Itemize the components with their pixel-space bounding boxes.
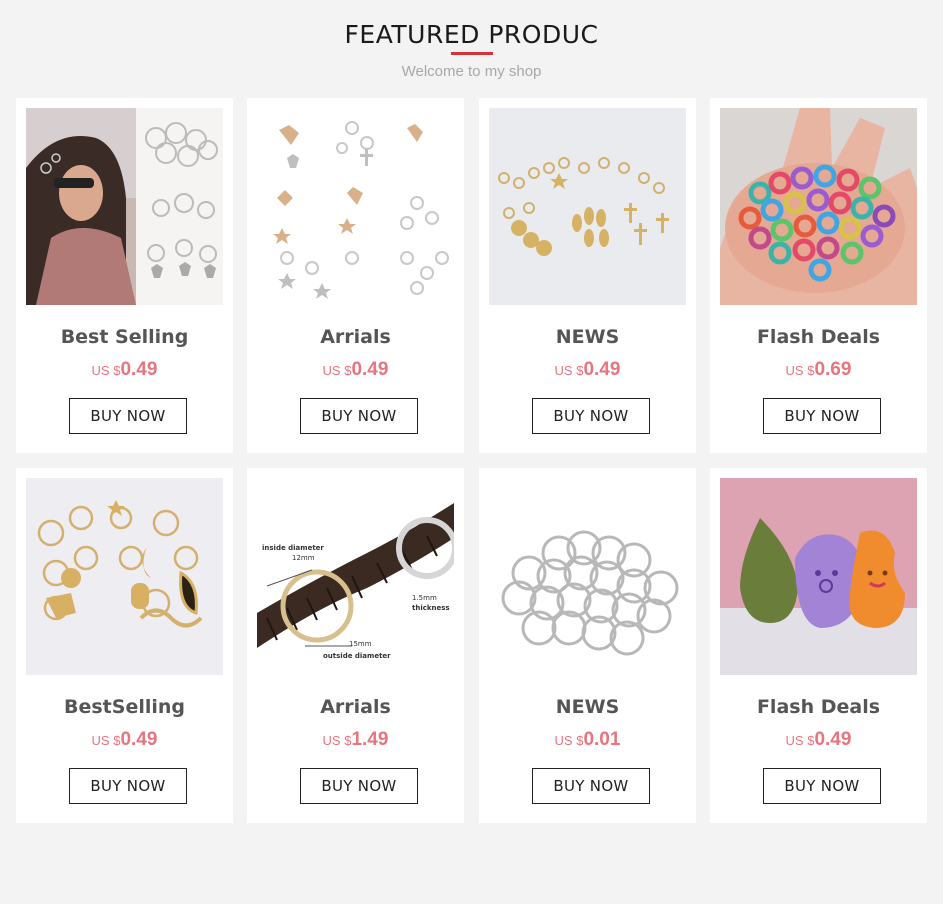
- image-label-outside-diameter: outside diameter: [323, 652, 391, 660]
- product-card[interactable]: BestSelling US $0.49 BUY NOW: [16, 468, 233, 823]
- price-amount: 0.49: [583, 359, 621, 380]
- product-card[interactable]: NEWS US $0.01 BUY NOW: [479, 468, 696, 823]
- product-card[interactable]: inside diameter 12mm 1.5mm thickness 15m…: [247, 468, 464, 823]
- image-label-15mm: 15mm: [349, 640, 372, 648]
- price-amount: 0.49: [120, 359, 158, 380]
- buy-now-button[interactable]: BUY NOW: [532, 398, 650, 434]
- price-currency: US $: [322, 363, 352, 378]
- buy-now-button[interactable]: BUY NOW: [300, 398, 418, 434]
- price-currency: US $: [322, 733, 352, 748]
- price-amount: 0.49: [120, 729, 158, 750]
- product-image[interactable]: [26, 108, 223, 305]
- product-image[interactable]: [720, 478, 917, 675]
- page-subtitle: Welcome to my shop: [401, 63, 542, 80]
- product-image[interactable]: inside diameter 12mm 1.5mm thickness 15m…: [257, 478, 454, 675]
- buy-now-button[interactable]: BUY NOW: [300, 768, 418, 804]
- buy-now-button[interactable]: BUY NOW: [69, 768, 187, 804]
- price-currency: US $: [91, 363, 121, 378]
- product-name[interactable]: BestSelling: [16, 696, 233, 718]
- price-currency: US $: [785, 733, 815, 748]
- product-card[interactable]: Flash Deals US $0.69 BUY NOW: [710, 98, 927, 453]
- title-underline: [451, 52, 493, 55]
- product-name[interactable]: Arrials: [247, 326, 464, 348]
- product-image[interactable]: [257, 108, 454, 305]
- product-image[interactable]: [489, 108, 686, 305]
- product-price: US $0.69: [710, 359, 927, 381]
- product-image[interactable]: [489, 478, 686, 675]
- price-amount: 0.69: [814, 359, 852, 380]
- buy-now-button[interactable]: BUY NOW: [69, 398, 187, 434]
- product-name[interactable]: NEWS: [479, 696, 696, 718]
- product-name[interactable]: Arrials: [247, 696, 464, 718]
- product-price: US $0.49: [16, 729, 233, 751]
- product-price: US $0.49: [247, 359, 464, 381]
- product-price: US $1.49: [247, 729, 464, 751]
- price-currency: US $: [554, 733, 584, 748]
- page-title: FEATURED PRODUC: [344, 20, 599, 49]
- image-label-1-5mm: 1.5mm: [412, 594, 437, 602]
- product-image[interactable]: [720, 108, 917, 305]
- product-name[interactable]: Flash Deals: [710, 326, 927, 348]
- product-card[interactable]: Flash Deals US $0.49 BUY NOW: [710, 468, 927, 823]
- product-name[interactable]: NEWS: [479, 326, 696, 348]
- product-card[interactable]: Arrials US $0.49 BUY NOW: [247, 98, 464, 453]
- product-price: US $0.01: [479, 729, 696, 751]
- price-currency: US $: [554, 363, 584, 378]
- product-price: US $0.49: [710, 729, 927, 751]
- buy-now-button[interactable]: BUY NOW: [763, 768, 881, 804]
- image-label-thickness: thickness: [412, 604, 450, 612]
- buy-now-button[interactable]: BUY NOW: [532, 768, 650, 804]
- price-currency: US $: [785, 363, 815, 378]
- image-label-12mm: 12mm: [292, 554, 315, 562]
- buy-now-button[interactable]: BUY NOW: [763, 398, 881, 434]
- price-currency: US $: [91, 733, 121, 748]
- product-card[interactable]: NEWS US $0.49 BUY NOW: [479, 98, 696, 453]
- image-label-inside-diameter: inside diameter: [262, 544, 324, 552]
- product-price: US $0.49: [479, 359, 696, 381]
- product-name[interactable]: Best Selling: [16, 326, 233, 348]
- price-amount: 1.49: [351, 729, 389, 750]
- price-amount: 0.49: [351, 359, 389, 380]
- product-name[interactable]: Flash Deals: [710, 696, 927, 718]
- price-amount: 0.49: [814, 729, 852, 750]
- price-amount: 0.01: [583, 729, 621, 750]
- product-image[interactable]: [26, 478, 223, 675]
- product-price: US $0.49: [16, 359, 233, 381]
- product-card[interactable]: Best Selling US $0.49 BUY NOW: [16, 98, 233, 453]
